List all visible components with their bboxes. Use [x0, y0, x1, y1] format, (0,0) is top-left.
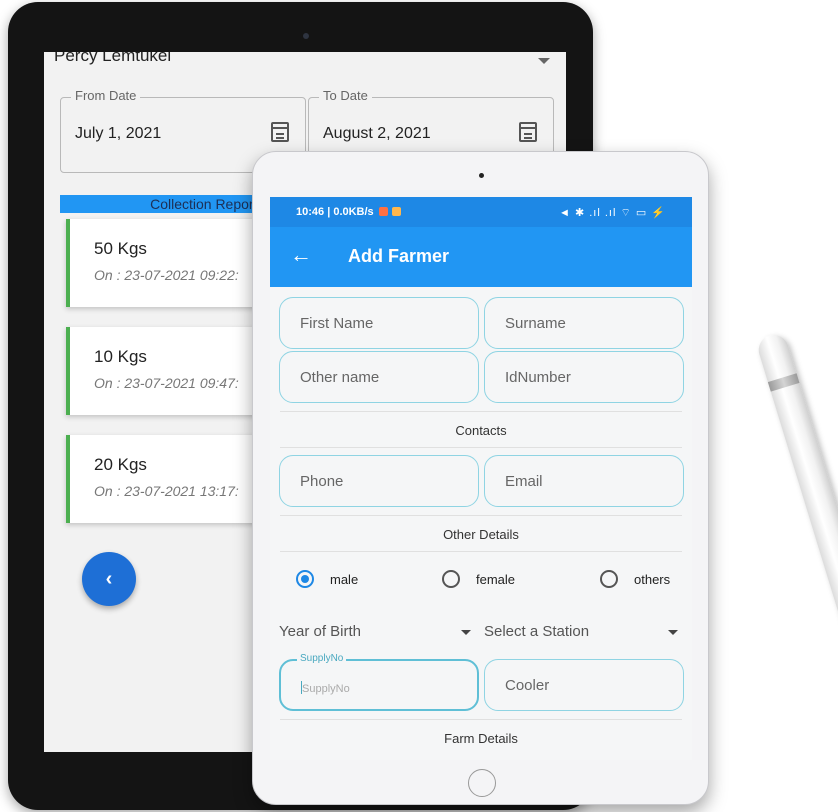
supply-no-input[interactable]: SupplyNo SupplyNo [279, 653, 479, 711]
dropdown-arrow-icon [461, 630, 471, 635]
divider [280, 411, 682, 412]
stylus-band [767, 373, 800, 392]
dropdown-arrow-icon [668, 630, 678, 635]
radio-selected-icon[interactable] [296, 570, 314, 588]
supply-no-label: SupplyNo [297, 653, 347, 664]
status-time: 10:46 | 0.0KB/s [296, 206, 403, 218]
contacts-heading: Contacts [455, 423, 507, 438]
id-number-input[interactable]: IdNumber [484, 351, 684, 403]
surname-input[interactable]: Surname [484, 297, 684, 349]
year-of-birth-label: Year of Birth [279, 623, 361, 640]
camera-dot [303, 33, 309, 39]
other-details-heading: Other Details [443, 527, 519, 542]
other-name-placeholder: Other name [300, 369, 380, 386]
gender-label: male [330, 572, 359, 587]
gender-radio-others[interactable]: others [600, 569, 690, 589]
app-icon [391, 207, 401, 216]
station-dropdown[interactable]: Select a Station [484, 618, 678, 648]
id-number-placeholder: IdNumber [505, 369, 571, 386]
back-fab-button[interactable]: ‹ [82, 552, 136, 606]
add-farmer-screen: 10:46 | 0.0KB/s ◄ ✱ .ıl .ıl ⌔ ▭ ⚡ ← Add … [270, 197, 692, 760]
divider [280, 551, 682, 552]
to-date-label: To Date [319, 88, 372, 103]
divider [280, 447, 682, 448]
calendar-icon[interactable] [519, 122, 537, 142]
from-date-value: July 1, 2021 [75, 125, 162, 142]
record-weight: 20 Kgs [94, 455, 147, 474]
page-title: Add Farmer [348, 246, 450, 266]
calendar-icon[interactable] [271, 122, 289, 142]
year-of-birth-dropdown[interactable]: Year of Birth [279, 618, 471, 648]
record-weight: 50 Kgs [94, 239, 147, 258]
foreground-tablet: 10:46 | 0.0KB/s ◄ ✱ .ıl .ıl ⌔ ▭ ⚡ ← Add … [252, 151, 709, 805]
status-bar: 10:46 | 0.0KB/s ◄ ✱ .ıl .ıl ⌔ ▭ ⚡ [270, 197, 692, 227]
home-button[interactable] [468, 769, 496, 797]
phone-placeholder: Phone [300, 473, 344, 490]
gender-label: others [634, 572, 671, 587]
gender-radio-male[interactable]: male [296, 569, 396, 589]
notification-icon [378, 207, 388, 216]
camera-dot [479, 173, 484, 178]
divider [280, 719, 682, 720]
first-name-placeholder: First Name [300, 315, 374, 332]
station-label: Select a Station [484, 623, 590, 640]
record-date: On : 23-07-2021 09:22: [94, 267, 239, 283]
record-weight: 10 Kgs [94, 347, 147, 366]
status-icons: ◄ ✱ .ıl .ıl ⌔ ▭ ⚡ [559, 207, 666, 219]
divider [280, 515, 682, 516]
app-bar: ← Add Farmer [270, 227, 692, 287]
first-name-input[interactable]: First Name [279, 297, 479, 349]
record-date: On : 23-07-2021 13:17: [94, 483, 239, 499]
other-name-input[interactable]: Other name [279, 351, 479, 403]
chevron-down-icon[interactable] [538, 58, 550, 64]
farmer-name-selector[interactable]: Percy Lemtukei [54, 52, 171, 66]
stylus-pencil [755, 331, 838, 790]
cooler-placeholder: Cooler [505, 677, 550, 694]
email-placeholder: Email [505, 473, 543, 490]
gender-radio-female[interactable]: female [442, 569, 542, 589]
record-date: On : 23-07-2021 09:47: [94, 375, 239, 391]
radio-unselected-icon[interactable] [600, 570, 618, 588]
phone-input[interactable]: Phone [279, 455, 479, 507]
cooler-input[interactable]: Cooler [484, 659, 684, 711]
gender-label: female [476, 572, 516, 587]
supply-no-value: SupplyNo [301, 681, 350, 695]
to-date-value: August 2, 2021 [323, 125, 431, 142]
surname-placeholder: Surname [505, 315, 566, 332]
email-input[interactable]: Email [484, 455, 684, 507]
radio-unselected-icon[interactable] [442, 570, 460, 588]
farm-details-heading: Farm Details [444, 731, 518, 746]
back-arrow-icon[interactable]: ← [290, 242, 312, 268]
from-date-label: From Date [71, 88, 141, 103]
